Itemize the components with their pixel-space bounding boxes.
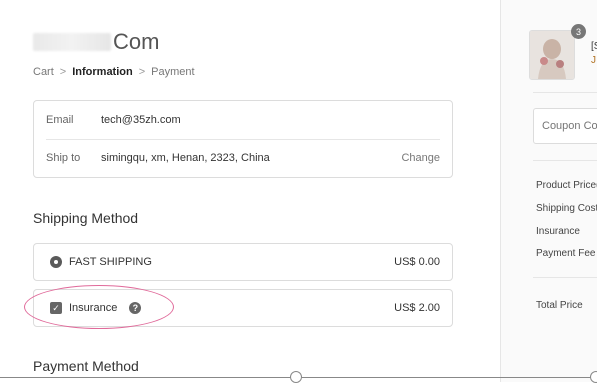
fast-shipping-price: US$ 0.00 [394,256,440,268]
ship-to-value: simingqu, xm, Henan, 2323, China [101,152,270,164]
fast-shipping-option[interactable]: FAST SHIPPING US$ 0.00 [33,243,453,281]
shipping-method-title: Shipping Method [33,210,139,226]
breadcrumb-cart[interactable]: Cart [33,66,54,78]
product-title-line1: [S [591,41,597,52]
insurance-label: Insurance [69,302,118,314]
chevron-right-icon: > [59,66,67,78]
brand-name: Com [113,29,160,54]
store-logo[interactable]: Com [33,29,160,54]
insurance-price: US$ 2.00 [394,302,440,314]
divider [533,277,597,278]
breadcrumb-information: Information [72,66,133,78]
email-label: Email [46,114,74,126]
payment-method-title: Payment Method [33,358,139,374]
ship-to-row: Ship to simingqu, xm, Henan, 2323, China… [34,139,452,177]
breadcrumb-payment: Payment [151,66,195,78]
fast-shipping-label: FAST SHIPPING [69,256,152,268]
email-value: tech@35zh.com [101,114,181,126]
product-title-line2: J [591,55,596,66]
chevron-right-icon: > [138,66,146,78]
quantity-badge: 3 [571,24,586,39]
product-image [530,31,574,79]
logo-blurred-mark [33,33,111,51]
checkbox-checked-icon[interactable]: ✓ [50,302,62,314]
product-thumbnail [529,30,575,80]
ship-to-label: Ship to [46,152,81,164]
resize-handle[interactable] [290,371,302,383]
email-row: Email tech@35zh.com [34,101,452,139]
payment-fee-label: Payment Fee [536,248,596,259]
product-title: [S J [591,40,597,68]
divider [533,92,597,93]
total-price-label: Total Price [536,300,583,311]
radio-selected-icon[interactable] [50,256,62,268]
checkout-main: Com Cart > Information > Payment Email t… [0,0,500,382]
question-circle-icon[interactable]: ? [129,302,142,314]
change-address-link[interactable]: Change [401,152,440,164]
divider [533,160,597,161]
order-summary-panel: 3 [S J Product Price( Shipping Cost Insu… [500,0,597,382]
contact-info-box: Email tech@35zh.com Ship to simingqu, xm… [33,100,453,178]
shipping-cost-label: Shipping Cost [536,203,597,214]
resize-handle[interactable] [590,371,597,383]
product-price-label: Product Price( [536,180,597,191]
coupon-code-input[interactable] [533,108,597,144]
breadcrumb: Cart > Information > Payment [33,66,195,78]
insurance-summary-label: Insurance [536,226,580,237]
insurance-option[interactable]: ✓ Insurance ? US$ 2.00 [33,289,453,327]
